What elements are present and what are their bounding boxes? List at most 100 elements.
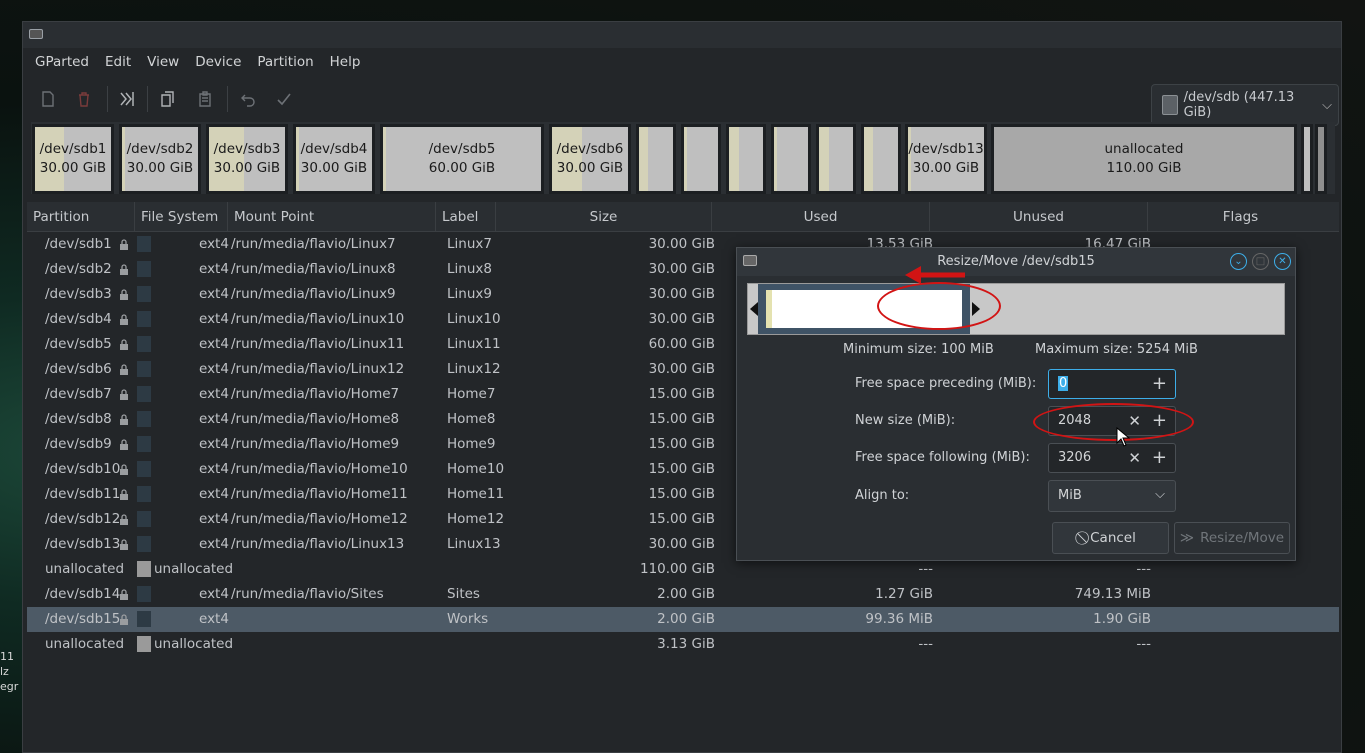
preceding-value: 0 bbox=[1058, 376, 1069, 391]
cell-size: 30.00 GiB bbox=[648, 261, 715, 277]
col-size[interactable]: Size bbox=[496, 202, 712, 232]
cell-size: 2.00 GiB bbox=[657, 586, 715, 602]
cell-size: 2.00 GiB bbox=[657, 611, 715, 627]
menu-view[interactable]: View bbox=[139, 54, 187, 70]
cell-filesystem: unallocated bbox=[154, 561, 234, 577]
partition-block-unallocated[interactable]: unallocated 110.00 GiB bbox=[991, 124, 1297, 194]
cell-used: --- bbox=[918, 636, 933, 652]
cell-label: Home8 bbox=[447, 411, 496, 427]
partition-block[interactable] bbox=[816, 124, 856, 194]
partition-block-size: 30.00 GiB bbox=[39, 160, 107, 176]
partition-block[interactable] bbox=[681, 124, 721, 194]
plus-icon[interactable]: + bbox=[1152, 447, 1167, 468]
resize-move-icon[interactable] bbox=[114, 86, 140, 112]
cell-label: Home12 bbox=[447, 511, 505, 527]
close-icon[interactable]: ✕ bbox=[1274, 253, 1291, 270]
partition-block-size: 60.00 GiB bbox=[428, 160, 496, 176]
partition-block[interactable] bbox=[1315, 124, 1327, 194]
cell-mountpoint: /run/media/flavio/Home9 bbox=[231, 436, 400, 452]
partition-block[interactable] bbox=[861, 124, 901, 194]
partition-table-header: Partition File System Mount Point Label … bbox=[27, 202, 1339, 232]
copy-icon[interactable] bbox=[155, 86, 181, 112]
cell-filesystem: ext4 bbox=[199, 386, 229, 402]
menu-gparted[interactable]: GParted bbox=[27, 54, 97, 70]
col-used[interactable]: Used bbox=[712, 202, 930, 232]
partition-block[interactable]: /dev/sdb2 30.00 GiB bbox=[119, 124, 201, 194]
col-filesystem[interactable]: File System bbox=[135, 202, 228, 232]
partition-block-size: 30.00 GiB bbox=[912, 160, 980, 176]
cell-partition: /dev/sdb12 bbox=[45, 511, 121, 527]
col-flags[interactable]: Flags bbox=[1148, 202, 1333, 232]
cell-filesystem: ext4 bbox=[199, 461, 229, 477]
partition-block[interactable]: /dev/sdb13 30.00 GiB bbox=[905, 124, 987, 194]
device-selector-value: /dev/sdb (447.13 GiB) bbox=[1183, 90, 1295, 120]
cell-mountpoint: /run/media/flavio/Linux12 bbox=[231, 361, 405, 377]
cell-label: Linux13 bbox=[447, 536, 501, 552]
toolbar-separator bbox=[227, 86, 228, 112]
cell-size: 60.00 GiB bbox=[648, 336, 715, 352]
apply-icon[interactable] bbox=[271, 86, 297, 112]
cell-mountpoint: /run/media/flavio/Sites bbox=[231, 586, 384, 602]
table-row[interactable]: unallocated unallocated 3.13 GiB --- --- bbox=[27, 632, 1339, 657]
cancel-button[interactable]: ⃠ Cancel bbox=[1052, 522, 1169, 554]
toolbar-separator bbox=[107, 86, 108, 112]
filesystem-color-swatch bbox=[137, 261, 151, 277]
free-space-following-input[interactable]: 3206 ✕ + bbox=[1048, 443, 1176, 473]
filesystem-color-swatch bbox=[137, 486, 151, 502]
partition-block-name: unallocated bbox=[1104, 141, 1184, 157]
cell-filesystem: ext4 bbox=[199, 286, 229, 302]
cell-size: 30.00 GiB bbox=[648, 361, 715, 377]
dialog-titlebar[interactable]: Resize/Move /dev/sdb15 ⌄ □ ✕ bbox=[737, 248, 1295, 276]
partition-block[interactable]: /dev/sdb6 30.00 GiB bbox=[549, 124, 631, 194]
resize-move-button[interactable]: ≫ Resize/Move bbox=[1174, 522, 1290, 554]
menu-edit[interactable]: Edit bbox=[97, 54, 139, 70]
col-unused[interactable]: Unused bbox=[930, 202, 1148, 232]
toolbar: /dev/sdb (447.13 GiB) ⌵ bbox=[23, 76, 1341, 126]
resize-graphic[interactable] bbox=[747, 283, 1285, 335]
resize-move-icon: ≫ bbox=[1179, 530, 1195, 546]
menu-help[interactable]: Help bbox=[322, 54, 369, 70]
col-label[interactable]: Label bbox=[436, 202, 496, 232]
partition-block[interactable]: /dev/sdb1 30.00 GiB bbox=[32, 124, 114, 194]
device-selector[interactable]: /dev/sdb (447.13 GiB) ⌵ bbox=[1151, 84, 1339, 126]
plus-icon[interactable]: + bbox=[1152, 373, 1167, 394]
partition-block[interactable] bbox=[771, 124, 811, 194]
cell-partition: /dev/sdb7 bbox=[45, 386, 112, 402]
align-select[interactable]: MiB ⌵ bbox=[1048, 480, 1176, 512]
table-row[interactable]: /dev/sdb15 ext4 Works 2.00 GiB 99.36 MiB 1.90… bbox=[27, 607, 1339, 632]
partition-block[interactable]: /dev/sdb5 60.00 GiB bbox=[380, 124, 544, 194]
left-resize-handle[interactable] bbox=[750, 302, 758, 316]
minimize-icon[interactable]: ⌄ bbox=[1230, 253, 1247, 270]
cell-partition: /dev/sdb10 bbox=[45, 461, 121, 477]
window-titlebar[interactable] bbox=[23, 22, 1341, 48]
menu-partition[interactable]: Partition bbox=[249, 54, 321, 70]
align-label: Align to: bbox=[855, 488, 910, 503]
partition-block-name: /dev/sdb4 bbox=[300, 141, 368, 157]
cell-label: Home9 bbox=[447, 436, 496, 452]
table-row[interactable]: /dev/sdb14 ext4/run/media/flavio/Sites Sit… bbox=[27, 582, 1339, 607]
col-partition[interactable]: Partition bbox=[27, 202, 135, 232]
filesystem-color-swatch bbox=[137, 411, 151, 427]
delete-icon[interactable] bbox=[71, 86, 97, 112]
col-mountpoint[interactable]: Mount Point bbox=[228, 202, 436, 232]
cell-filesystem: ext4 bbox=[199, 511, 229, 527]
paste-icon[interactable] bbox=[192, 86, 218, 112]
undo-icon[interactable] bbox=[235, 86, 261, 112]
cell-mountpoint: /run/media/flavio/Linux10 bbox=[231, 311, 405, 327]
partition-block[interactable] bbox=[636, 124, 676, 194]
free-space-preceding-input[interactable]: 0 + bbox=[1048, 369, 1176, 399]
partition-block[interactable] bbox=[726, 124, 766, 194]
partition-block[interactable]: /dev/sdb3 30.00 GiB bbox=[206, 124, 288, 194]
desktop-text: lz bbox=[0, 665, 9, 678]
new-icon[interactable] bbox=[35, 86, 61, 112]
lock-icon bbox=[119, 388, 129, 400]
lock-icon bbox=[119, 413, 129, 425]
clear-icon[interactable]: ✕ bbox=[1128, 449, 1141, 467]
partition-block[interactable] bbox=[1301, 124, 1313, 194]
cell-size: 3.13 GiB bbox=[657, 636, 715, 652]
cell-unused: --- bbox=[1136, 636, 1151, 652]
partition-block[interactable]: /dev/sdb4 30.00 GiB bbox=[293, 124, 375, 194]
menu-device[interactable]: Device bbox=[187, 54, 249, 70]
maximize-icon[interactable]: □ bbox=[1252, 253, 1269, 270]
chevron-down-icon: ⌵ bbox=[1322, 97, 1332, 113]
